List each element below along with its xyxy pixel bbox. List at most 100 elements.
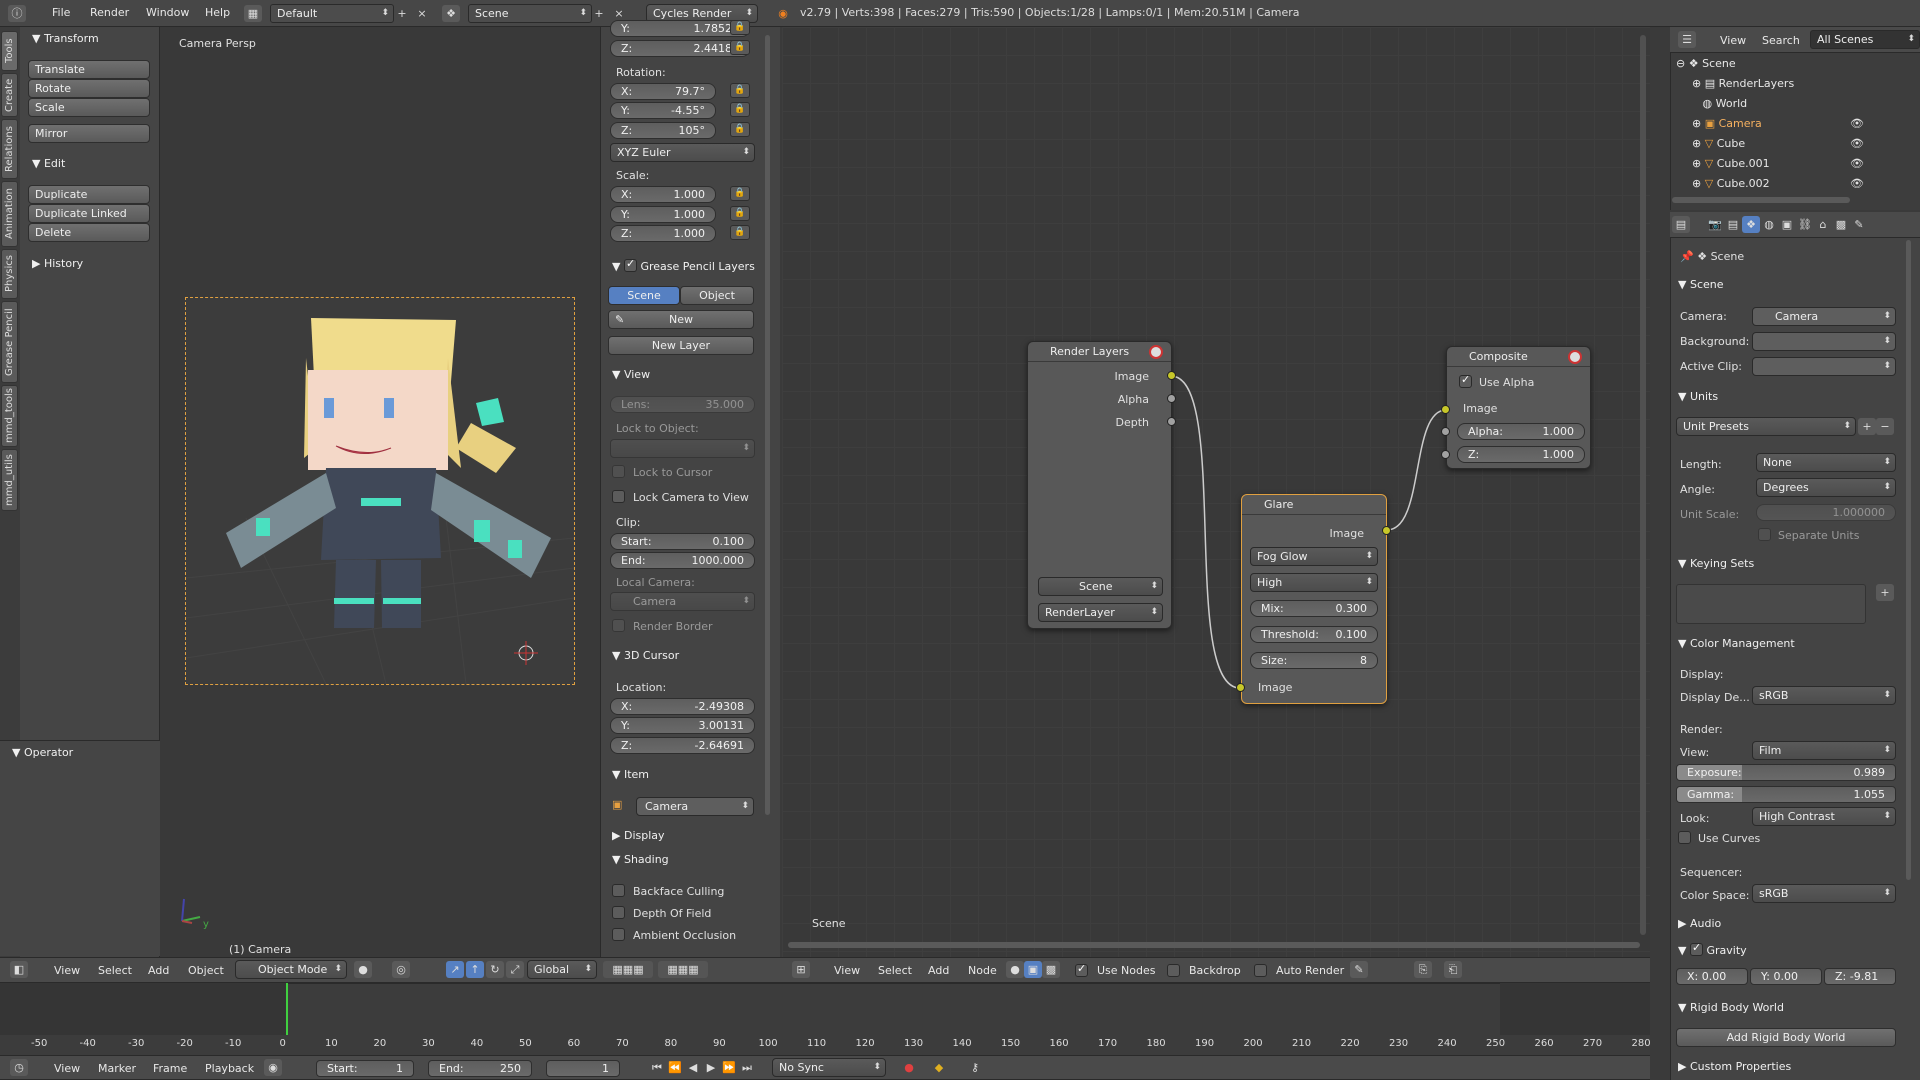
scene-panel-title[interactable]: ▼ Scene [1678,278,1724,291]
lock-icon[interactable]: 🔒 [730,40,750,55]
display-device-select[interactable]: sRGB [1752,686,1896,705]
gravity-x-field[interactable]: X: 0.00 [1676,968,1748,985]
eye-icon[interactable]: 👁 [1850,157,1864,170]
outliner-item-cube-002[interactable]: ⊕ ▽ Cube.002 [1692,177,1770,190]
use-alpha-checkbox[interactable] [1459,373,1472,388]
outliner-item-renderlayers[interactable]: ⊕ ▤ RenderLayers [1692,77,1794,90]
sync-mode-select[interactable]: No Sync [772,1058,886,1077]
keying-set-icon[interactable]: ◆ [930,1059,948,1076]
lock-icon[interactable]: 🔒 [730,206,750,221]
scene-add-icon[interactable]: + [590,5,608,22]
operator-panel-title[interactable]: ▼ Operator [12,746,73,759]
start-frame-field[interactable]: Start: 1 [316,1060,414,1077]
layers-icon[interactable]: ▦▦▦ [658,961,708,978]
tab-create[interactable]: Create [1,73,18,117]
view-panel-title[interactable]: ▼ View [612,368,650,381]
editor-type-icon[interactable]: ◷ [10,1059,28,1076]
scene-icon[interactable]: ❖ [442,5,460,22]
layout-add-icon[interactable]: + [393,5,411,22]
layout-selector[interactable]: Default [270,4,394,23]
history-panel-title[interactable]: ▶ History [32,257,83,270]
look-select[interactable]: High Contrast [1752,807,1896,826]
keying-sets-list[interactable] [1676,584,1866,624]
scale-z-field[interactable]: Z: 1.000 [610,225,716,242]
eye-icon[interactable]: 👁 [1850,117,1864,130]
cursor-z-field[interactable]: Z: -2.64691 [610,737,755,754]
scale-button[interactable]: Scale [28,98,150,117]
mirror-button[interactable]: Mirror [28,124,150,143]
editor-type-icon[interactable]: ☰ [1678,31,1696,48]
editor-type-icon[interactable]: ◧ [10,961,28,978]
compositing-nodes-icon[interactable]: ▣ [1024,961,1042,978]
color-management-panel-title[interactable]: ▼ Color Management [1678,637,1795,650]
backface-culling-checkbox[interactable] [612,884,625,897]
node-editor[interactable] [782,27,1650,957]
add-rigid-body-world-button[interactable]: Add Rigid Body World [1676,1028,1896,1047]
translate-icon[interactable]: ↑ [466,961,484,978]
location-y-field[interactable]: Y: 1.78520 [610,20,750,37]
menu-add[interactable]: Add [148,964,169,977]
length-unit-select[interactable]: None [1756,453,1896,472]
gravity-checkbox[interactable] [1689,941,1703,956]
scene-camera-field[interactable]: Camera [1752,307,1896,326]
paste-icon[interactable]: ⎗ [1444,961,1462,978]
composite-image-socket[interactable] [1441,405,1450,414]
outliner-item-cube-001[interactable]: ⊕ ▽ Cube.001 [1692,157,1770,170]
tab-animation[interactable]: Animation [1,181,18,247]
background-field[interactable] [1752,332,1896,351]
npanel-scrollbar[interactable] [765,35,770,815]
use-curves-checkbox[interactable] [1678,831,1691,844]
lock-camera-checkbox[interactable] [612,490,625,503]
properties-scrollbar[interactable] [1906,240,1911,880]
gravity-panel-title[interactable]: ▼ Gravity [1678,941,1747,957]
lock-icon[interactable]: 🔒 [730,122,750,137]
menu-window[interactable]: Window [146,6,189,19]
menu-frame[interactable]: Frame [153,1062,187,1075]
outliner-item-scene[interactable]: ⊖ ❖ Scene [1676,57,1736,70]
menu-object[interactable]: Object [188,964,224,977]
keying-sets-panel-title[interactable]: ▼ Keying Sets [1678,557,1754,570]
tab-grease-pencil[interactable]: Grease Pencil [1,301,18,383]
next-keyframe-icon[interactable]: ⏩ [720,1059,738,1076]
brush-tab-icon[interactable]: ✎ [1850,216,1868,233]
composite-z-socket[interactable] [1441,450,1450,459]
key-icon[interactable]: ⚷ [966,1059,984,1076]
layers-icon[interactable]: ▦▦▦ [603,961,653,978]
transform-panel-title[interactable]: ▼ Transform [32,32,99,45]
glare-input-socket[interactable] [1236,683,1245,692]
outliner-item-cube[interactable]: ⊕ ▽ Cube [1692,137,1745,150]
lock-icon[interactable]: 🔒 [730,83,750,98]
tab-tools[interactable]: Tools [1,31,18,71]
rl-image-socket[interactable] [1167,371,1176,380]
render-layers-node[interactable]: Render Layers Image Alpha Depth Scene Re… [1027,341,1172,629]
menu-render[interactable]: Render [90,6,129,19]
depth-of-field-checkbox[interactable] [612,906,625,919]
glare-node-header[interactable]: Glare [1242,495,1386,515]
gp-enable-checkbox[interactable] [623,257,637,272]
object-tab-icon[interactable]: ▣ [1778,216,1796,233]
node-editor-vscrollbar[interactable] [1640,35,1646,935]
menu-select[interactable]: Select [878,964,912,977]
glare-quality-select[interactable]: High [1250,573,1378,592]
layout-close-icon[interactable]: × [413,5,431,22]
display-panel-title[interactable]: ▶ Display [612,829,665,842]
menu-node[interactable]: Node [968,964,997,977]
color-space-select[interactable]: sRGB [1752,884,1896,903]
custom-properties-panel-title[interactable]: ▶ Custom Properties [1678,1060,1791,1073]
unit-presets-select[interactable]: Unit Presets [1676,417,1856,436]
3d-cursor-panel-title[interactable]: ▼ 3D Cursor [612,649,679,662]
eye-icon[interactable]: 👁 [1850,137,1864,150]
rl-layer-select[interactable]: RenderLayer [1038,603,1163,622]
current-frame-indicator[interactable] [286,983,288,1035]
units-panel-title[interactable]: ▼ Units [1678,390,1718,403]
angle-unit-select[interactable]: Degrees [1756,478,1896,497]
outliner-item-camera[interactable]: ⊕ ▣ Camera [1692,117,1762,130]
scene-selector[interactable]: Scene [468,4,592,23]
world-tab-icon[interactable]: ◍ [1760,216,1778,233]
clip-start-field[interactable]: Start: 0.100 [610,533,755,550]
shading-icon[interactable]: ● [354,961,372,978]
editor-type-icon[interactable]: ⓘ [8,5,26,22]
item-panel-title[interactable]: ▼ Item [612,768,649,781]
rl-alpha-socket[interactable] [1167,394,1176,403]
data-tab-icon[interactable]: ⌂ [1814,216,1832,233]
